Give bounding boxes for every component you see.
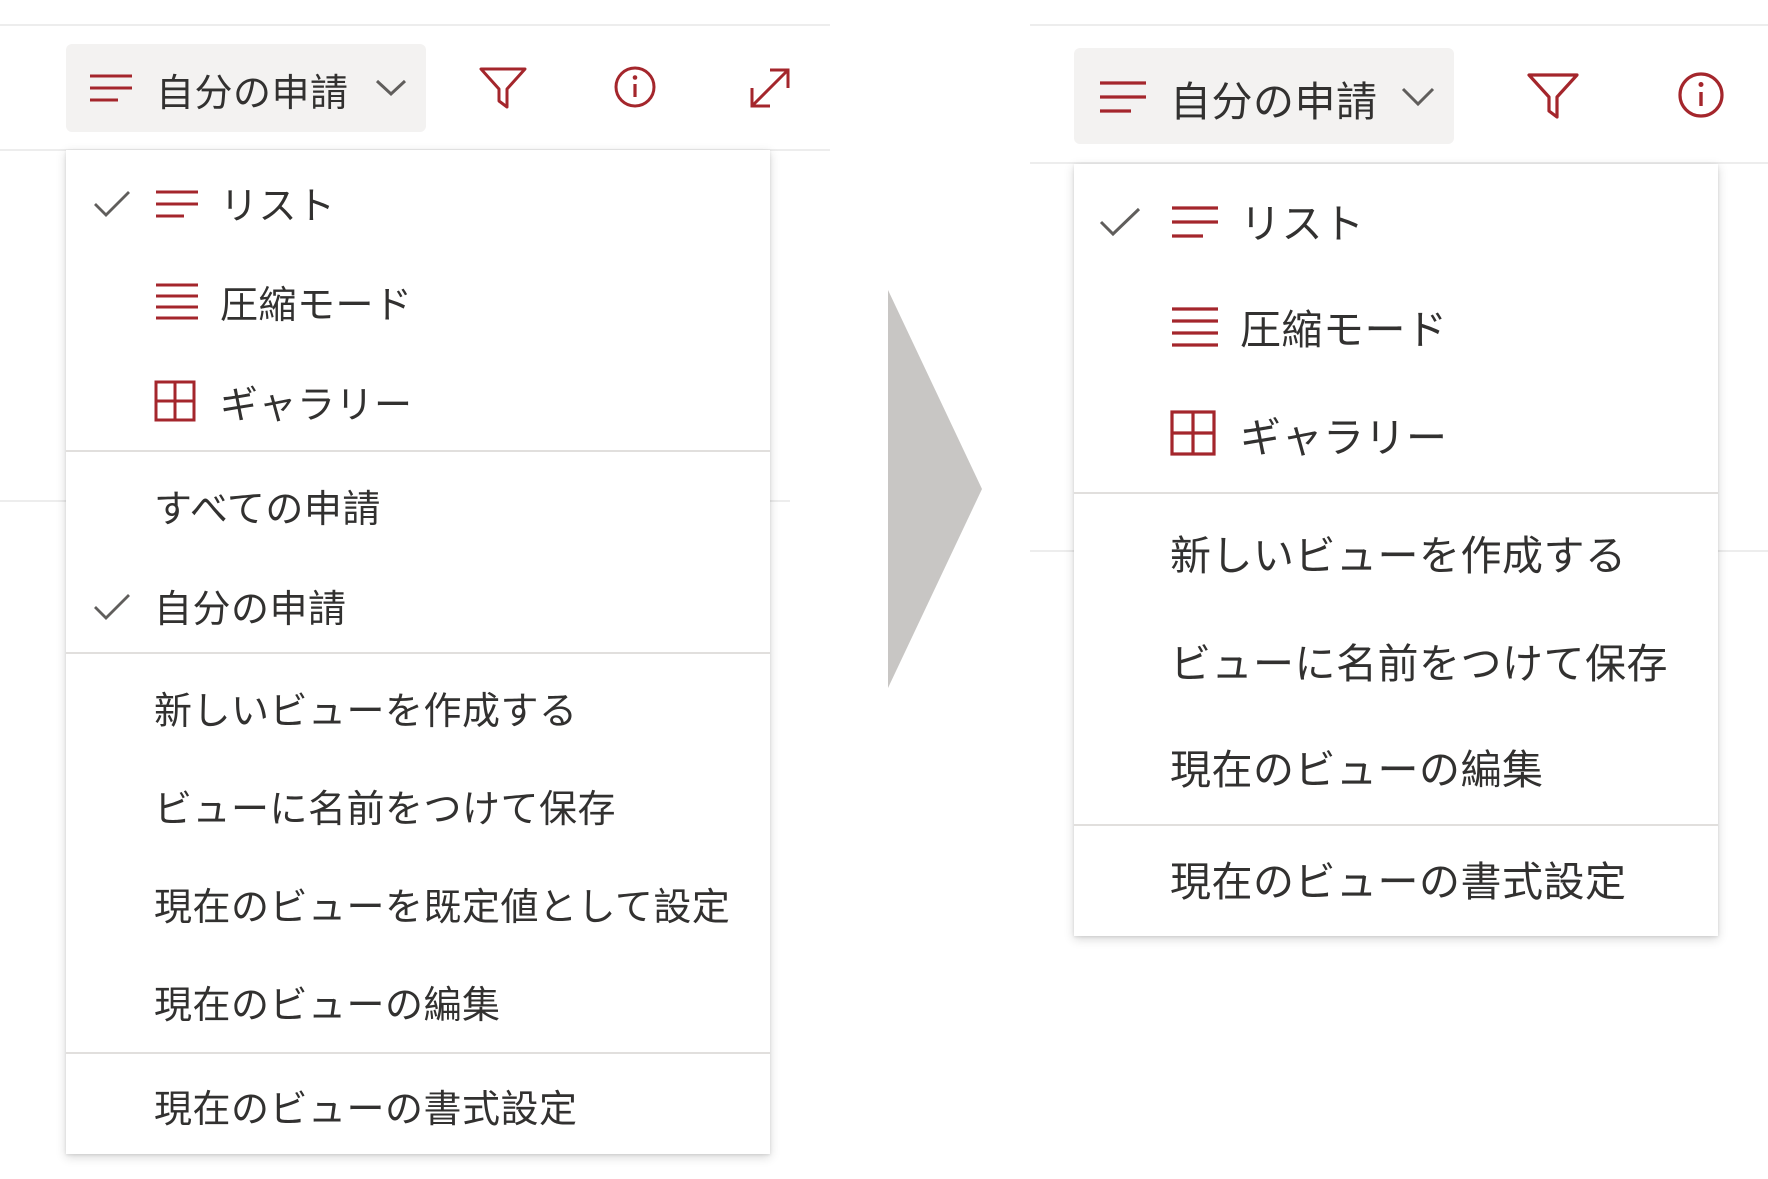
menu-item-label: 新しいビューを作成する xyxy=(1170,532,1627,580)
view-switcher-button[interactable]: 自分の申請 xyxy=(66,44,426,132)
view-switcher-label: 自分の申請 xyxy=(156,71,349,115)
menu-item-format-view[interactable]: 現在のビューの書式設定 xyxy=(66,1054,770,1154)
list-lines-icon xyxy=(1172,206,1218,238)
menu-item-save-view-as[interactable]: ビューに名前をつけて保存 xyxy=(66,754,770,854)
expand-diagonal-icon[interactable] xyxy=(748,66,792,110)
menu-item-list[interactable]: リスト xyxy=(1074,164,1718,272)
menu-item-compact[interactable]: 圧縮モード xyxy=(66,250,770,350)
compact-lines-icon xyxy=(156,283,198,320)
filter-funnel-icon[interactable] xyxy=(1526,72,1580,120)
filter-funnel-icon[interactable] xyxy=(478,66,528,110)
view-switcher-label: 自分の申請 xyxy=(1170,78,1378,126)
menu-item-compact[interactable]: 圧縮モード xyxy=(1074,272,1718,380)
view-switcher-button[interactable]: 自分の申請 xyxy=(1074,48,1454,144)
menu-item-label: ビューに名前をつけて保存 xyxy=(1170,640,1668,688)
menu-item-label: ギャラリー xyxy=(220,383,413,427)
menu-item-edit-view[interactable]: 現在のビューの編集 xyxy=(66,954,770,1052)
menu-item-list[interactable]: リスト xyxy=(66,150,770,250)
menu-item-create-view[interactable]: 新しいビューを作成する xyxy=(66,654,770,754)
checkmark-icon xyxy=(94,594,130,620)
chevron-down-icon xyxy=(375,79,407,97)
compact-lines-icon xyxy=(1172,307,1218,347)
menu-item-format-view[interactable]: 現在のビューの書式設定 xyxy=(1074,826,1718,936)
info-circle-icon[interactable] xyxy=(1676,70,1726,120)
list-lines-icon xyxy=(156,190,198,218)
menu-item-label: ギャラリー xyxy=(1240,414,1448,462)
menu-item-my-requests[interactable]: 自分の申請 xyxy=(66,552,770,652)
menu-item-label: 新しいビューを作成する xyxy=(154,689,578,733)
checkmark-icon xyxy=(94,191,130,217)
menu-item-label: 現在のビューを既定値として設定 xyxy=(154,885,731,929)
info-circle-icon[interactable] xyxy=(612,64,658,110)
menu-item-label: 現在のビューの書式設定 xyxy=(1170,858,1627,906)
menu-item-gallery[interactable]: ギャラリー xyxy=(66,350,770,450)
top-divider xyxy=(0,24,830,26)
menu-item-label: リスト xyxy=(1240,200,1365,248)
menu-item-label: ビューに名前をつけて保存 xyxy=(154,787,617,831)
before-panel: 自分の申請 リスト 圧縮モード ギャラリー すべての申請 自分の申請 新しいビュ… xyxy=(0,0,830,1179)
menu-item-label: 現在のビューの書式設定 xyxy=(154,1087,578,1131)
menu-item-label: 圧縮モード xyxy=(220,283,413,327)
menu-item-label: 圧縮モード xyxy=(1240,306,1448,354)
checkmark-icon xyxy=(1099,207,1141,237)
menu-item-label: リスト xyxy=(220,184,336,228)
menu-item-label: すべての申請 xyxy=(154,487,381,531)
menu-item-gallery[interactable]: ギャラリー xyxy=(1074,380,1718,488)
menu-item-edit-view[interactable]: 現在のビューの編集 xyxy=(1074,714,1718,824)
menu-item-label: 現在のビューの編集 xyxy=(154,983,501,1027)
right-chevron-arrow xyxy=(888,290,982,688)
menu-item-all-requests[interactable]: すべての申請 xyxy=(66,452,770,552)
top-divider xyxy=(1030,24,1768,26)
chevron-down-icon xyxy=(1401,87,1435,107)
menu-item-set-default-view[interactable]: 現在のビューを既定値として設定 xyxy=(66,854,770,954)
grid-icon xyxy=(154,380,196,422)
menu-item-label: 現在のビューの編集 xyxy=(1170,746,1544,794)
menu-item-create-view[interactable]: 新しいビューを作成する xyxy=(1074,494,1718,604)
menu-item-label: 自分の申請 xyxy=(154,587,347,631)
menu-item-save-view-as[interactable]: ビューに名前をつけて保存 xyxy=(1074,604,1718,714)
view-options-menu: リスト 圧縮モード ギャラリー 新しいビューを作成する ビューに名前をつけて保存… xyxy=(1074,164,1718,936)
list-lines-icon xyxy=(1100,81,1146,113)
list-lines-icon xyxy=(90,74,132,102)
after-panel: 自分の申請 リスト 圧縮モード ギャラリー 新しいビューを作成する ビューに名前… xyxy=(1030,0,1768,1179)
view-options-menu: リスト 圧縮モード ギャラリー すべての申請 自分の申請 新しいビューを作成する… xyxy=(66,150,770,1154)
grid-icon xyxy=(1170,410,1216,456)
